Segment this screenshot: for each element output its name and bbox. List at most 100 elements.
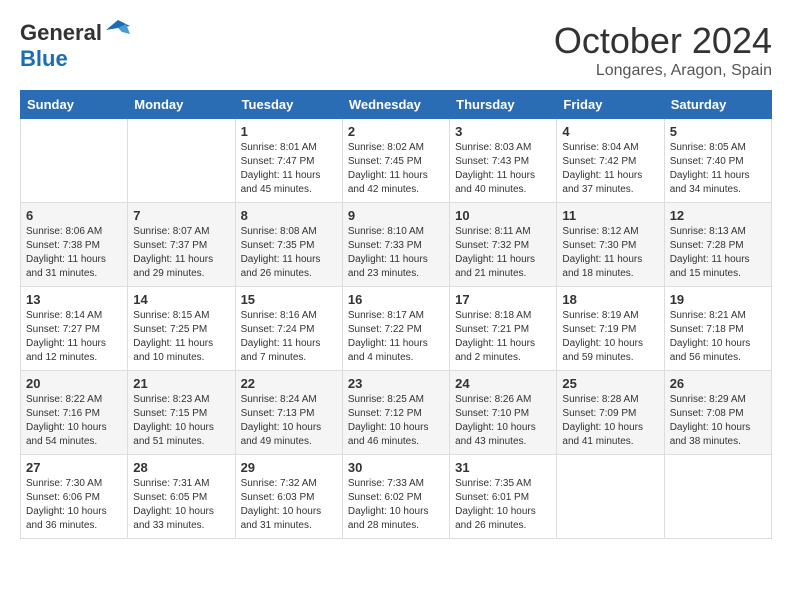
calendar-cell: 10 Sunrise: 8:11 AM Sunset: 7:32 PM Dayli…	[450, 203, 557, 287]
calendar-cell: 27 Sunrise: 7:30 AM Sunset: 6:06 PM Dayli…	[21, 455, 128, 539]
day-number: 27	[26, 460, 122, 475]
calendar-cell: 31 Sunrise: 7:35 AM Sunset: 6:01 PM Dayli…	[450, 455, 557, 539]
calendar-week-row: 1Sunrise: 8:01 AM Sunset: 7:47 PM Daylig…	[21, 119, 772, 203]
calendar-cell: 26Sunrise: 8:29 AM Sunset: 7:08 PM Dayli…	[664, 371, 771, 455]
day-number: 4	[562, 124, 658, 139]
calendar-cell: 28 Sunrise: 7:31 AM Sunset: 6:05 PM Dayli…	[128, 455, 235, 539]
logo: General Blue	[20, 20, 130, 72]
calendar-cell: 6 Sunrise: 8:06 AM Sunset: 7:38 PM Daylig…	[21, 203, 128, 287]
calendar-cell: 30 Sunrise: 7:33 AM Sunset: 6:02 PM Dayli…	[342, 455, 449, 539]
cell-content: Sunrise: 8:16 AM Sunset: 7:24 PM Dayligh…	[241, 309, 337, 365]
day-number: 11	[562, 208, 658, 223]
day-number: 10	[455, 208, 551, 223]
calendar-cell: 15 Sunrise: 8:16 AM Sunset: 7:24 PM Dayli…	[235, 287, 342, 371]
cell-content: Sunrise: 8:08 AM Sunset: 7:35 PM Dayligh…	[241, 225, 337, 281]
cell-content: Sunrise: 8:15 AM Sunset: 7:25 PM Dayligh…	[133, 309, 229, 365]
weekday-header-saturday: Saturday	[664, 91, 771, 119]
logo-general-text: General	[20, 20, 102, 46]
logo-blue-text: Blue	[20, 46, 68, 72]
cell-content: Sunrise: 8:25 AM Sunset: 7:12 PM Dayligh…	[348, 393, 444, 449]
day-number: 2	[348, 124, 444, 139]
cell-content: Sunrise: 8:23 AM Sunset: 7:15 PM Dayligh…	[133, 393, 229, 449]
day-number: 7	[133, 208, 229, 223]
weekday-header-row: SundayMondayTuesdayWednesdayThursdayFrid…	[21, 91, 772, 119]
day-number: 31	[455, 460, 551, 475]
cell-content: Sunrise: 7:35 AM Sunset: 6:01 PM Dayligh…	[455, 477, 551, 533]
day-number: 18	[562, 292, 658, 307]
calendar-cell	[21, 119, 128, 203]
weekday-header-sunday: Sunday	[21, 91, 128, 119]
day-number: 26	[670, 376, 766, 391]
weekday-header-friday: Friday	[557, 91, 664, 119]
cell-content: Sunrise: 7:31 AM Sunset: 6:05 PM Dayligh…	[133, 477, 229, 533]
cell-content: Sunrise: 8:07 AM Sunset: 7:37 PM Dayligh…	[133, 225, 229, 281]
cell-content: Sunrise: 8:04 AM Sunset: 7:42 PM Dayligh…	[562, 141, 658, 197]
calendar-cell: 14 Sunrise: 8:15 AM Sunset: 7:25 PM Dayli…	[128, 287, 235, 371]
day-number: 6	[26, 208, 122, 223]
calendar-cell: 4 Sunrise: 8:04 AM Sunset: 7:42 PM Daylig…	[557, 119, 664, 203]
cell-content: Sunrise: 8:19 AM Sunset: 7:19 PM Dayligh…	[562, 309, 658, 365]
cell-content: Sunrise: 8:05 AM Sunset: 7:40 PM Dayligh…	[670, 141, 766, 197]
calendar-cell: 11Sunrise: 8:12 AM Sunset: 7:30 PM Dayli…	[557, 203, 664, 287]
weekday-header-monday: Monday	[128, 91, 235, 119]
calendar-cell: 8Sunrise: 8:08 AM Sunset: 7:35 PM Daylig…	[235, 203, 342, 287]
day-number: 20	[26, 376, 122, 391]
day-number: 13	[26, 292, 122, 307]
cell-content: Sunrise: 7:30 AM Sunset: 6:06 PM Dayligh…	[26, 477, 122, 533]
calendar-cell: 22Sunrise: 8:24 AM Sunset: 7:13 PM Dayli…	[235, 371, 342, 455]
calendar-cell: 7 Sunrise: 8:07 AM Sunset: 7:37 PM Daylig…	[128, 203, 235, 287]
day-number: 12	[670, 208, 766, 223]
calendar-cell	[128, 119, 235, 203]
calendar-cell: 25 Sunrise: 8:28 AM Sunset: 7:09 PM Dayli…	[557, 371, 664, 455]
calendar-week-row: 13 Sunrise: 8:14 AM Sunset: 7:27 PM Dayli…	[21, 287, 772, 371]
calendar-table: SundayMondayTuesdayWednesdayThursdayFrid…	[20, 90, 772, 539]
calendar-cell: 21 Sunrise: 8:23 AM Sunset: 7:15 PM Dayli…	[128, 371, 235, 455]
logo-bird-icon	[106, 20, 130, 42]
calendar-cell: 5 Sunrise: 8:05 AM Sunset: 7:40 PM Daylig…	[664, 119, 771, 203]
calendar-cell: 2 Sunrise: 8:02 AM Sunset: 7:45 PM Daylig…	[342, 119, 449, 203]
day-number: 14	[133, 292, 229, 307]
day-number: 22	[241, 376, 337, 391]
calendar-cell: 24 Sunrise: 8:26 AM Sunset: 7:10 PM Dayli…	[450, 371, 557, 455]
day-number: 9	[348, 208, 444, 223]
day-number: 16	[348, 292, 444, 307]
cell-content: Sunrise: 7:33 AM Sunset: 6:02 PM Dayligh…	[348, 477, 444, 533]
calendar-cell: 13 Sunrise: 8:14 AM Sunset: 7:27 PM Dayli…	[21, 287, 128, 371]
day-number: 17	[455, 292, 551, 307]
title-block: October 2024 Longares, Aragon, Spain	[554, 20, 772, 80]
day-number: 23	[348, 376, 444, 391]
calendar-cell	[664, 455, 771, 539]
day-number: 5	[670, 124, 766, 139]
cell-content: Sunrise: 8:21 AM Sunset: 7:18 PM Dayligh…	[670, 309, 766, 365]
cell-content: Sunrise: 8:06 AM Sunset: 7:38 PM Dayligh…	[26, 225, 122, 281]
cell-content: Sunrise: 8:13 AM Sunset: 7:28 PM Dayligh…	[670, 225, 766, 281]
day-number: 21	[133, 376, 229, 391]
cell-content: Sunrise: 8:11 AM Sunset: 7:32 PM Dayligh…	[455, 225, 551, 281]
calendar-cell	[557, 455, 664, 539]
month-title: October 2024	[554, 20, 772, 62]
cell-content: Sunrise: 8:01 AM Sunset: 7:47 PM Dayligh…	[241, 141, 337, 197]
calendar-cell: 17 Sunrise: 8:18 AM Sunset: 7:21 PM Dayli…	[450, 287, 557, 371]
weekday-header-thursday: Thursday	[450, 91, 557, 119]
cell-content: Sunrise: 8:10 AM Sunset: 7:33 PM Dayligh…	[348, 225, 444, 281]
calendar-week-row: 6 Sunrise: 8:06 AM Sunset: 7:38 PM Daylig…	[21, 203, 772, 287]
cell-content: Sunrise: 8:18 AM Sunset: 7:21 PM Dayligh…	[455, 309, 551, 365]
day-number: 28	[133, 460, 229, 475]
cell-content: Sunrise: 8:03 AM Sunset: 7:43 PM Dayligh…	[455, 141, 551, 197]
calendar-cell: 3Sunrise: 8:03 AM Sunset: 7:43 PM Daylig…	[450, 119, 557, 203]
calendar-cell: 16 Sunrise: 8:17 AM Sunset: 7:22 PM Dayli…	[342, 287, 449, 371]
cell-content: Sunrise: 8:26 AM Sunset: 7:10 PM Dayligh…	[455, 393, 551, 449]
calendar-cell: 18 Sunrise: 8:19 AM Sunset: 7:19 PM Dayli…	[557, 287, 664, 371]
cell-content: Sunrise: 7:32 AM Sunset: 6:03 PM Dayligh…	[241, 477, 337, 533]
cell-content: Sunrise: 8:14 AM Sunset: 7:27 PM Dayligh…	[26, 309, 122, 365]
cell-content: Sunrise: 8:22 AM Sunset: 7:16 PM Dayligh…	[26, 393, 122, 449]
cell-content: Sunrise: 8:02 AM Sunset: 7:45 PM Dayligh…	[348, 141, 444, 197]
day-number: 24	[455, 376, 551, 391]
cell-content: Sunrise: 8:17 AM Sunset: 7:22 PM Dayligh…	[348, 309, 444, 365]
day-number: 25	[562, 376, 658, 391]
cell-content: Sunrise: 8:28 AM Sunset: 7:09 PM Dayligh…	[562, 393, 658, 449]
calendar-cell: 19Sunrise: 8:21 AM Sunset: 7:18 PM Dayli…	[664, 287, 771, 371]
day-number: 30	[348, 460, 444, 475]
weekday-header-wednesday: Wednesday	[342, 91, 449, 119]
day-number: 15	[241, 292, 337, 307]
